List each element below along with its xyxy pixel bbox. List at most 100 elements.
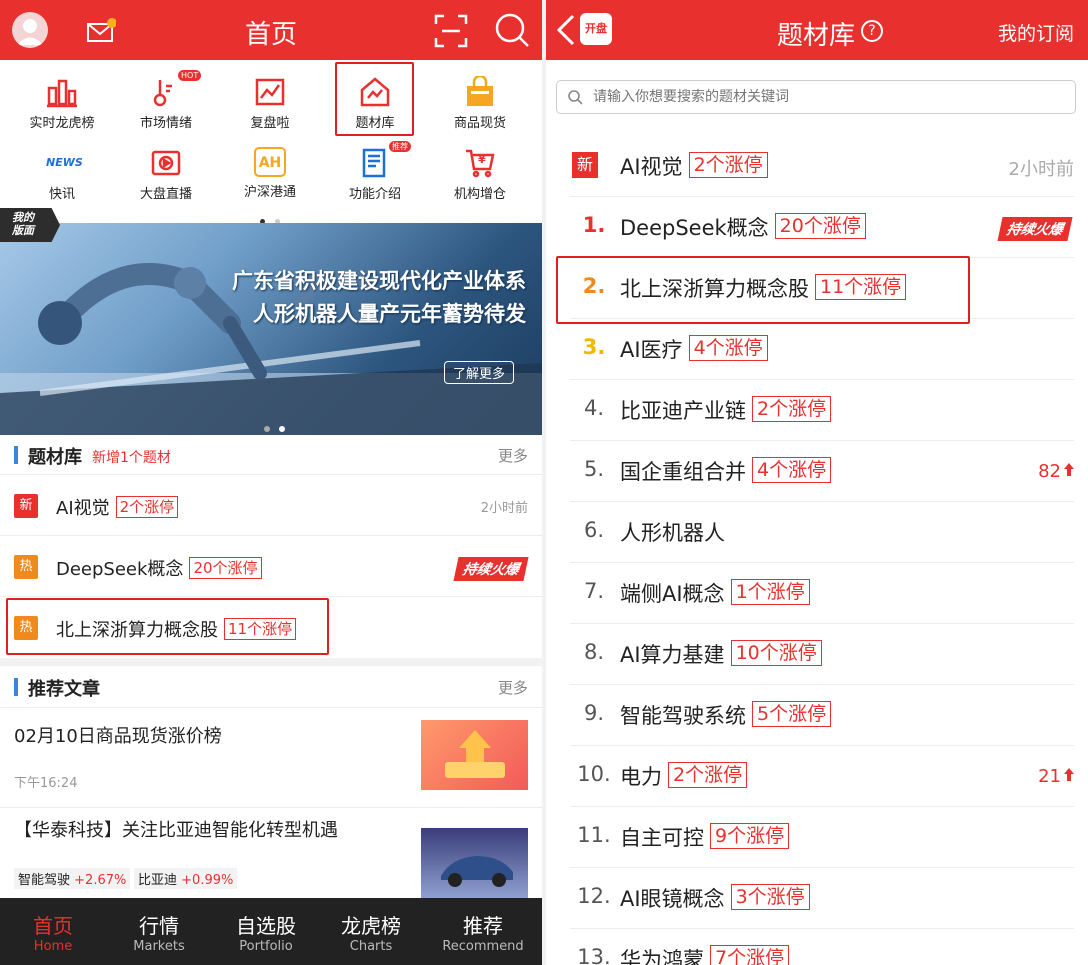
article-item[interactable]: 02月10日商品现货涨价榜 下午16:24 [0, 708, 542, 808]
learn-more-button[interactable]: 了解更多 [444, 361, 515, 384]
topic-row[interactable]: 8. AI算力基建 10个涨停 [570, 624, 1074, 685]
tab-charts[interactable]: 龙虎榜 Charts [321, 910, 421, 954]
rank-number: 11. [577, 823, 611, 847]
time-ago: 2小时前 [480, 501, 528, 516]
topic-row[interactable]: 7. 端侧AI概念 1个涨停 [570, 563, 1074, 624]
limit-up-tag: 1个涨停 [730, 579, 810, 605]
new-badge: 新 [572, 152, 598, 178]
topic-name: 端侧AI概念 [620, 582, 725, 606]
topic-library-screen: 开盘 题材库 ? 我的订阅 新AI视觉2个涨停2小时前1.DeepSeek概念2… [546, 0, 1088, 965]
tab-markets[interactable]: 行情 Markets [109, 910, 209, 954]
topic-name: AI医疗 [620, 338, 683, 362]
topic-name: AI眼镜概念 [620, 887, 725, 911]
rank-number: 12. [577, 884, 611, 908]
topic-row[interactable]: 新 AI视觉 2个涨停 2小时前 [570, 136, 1074, 197]
topic-row[interactable]: 6. 人形机器人 [570, 502, 1074, 563]
bottom-tab-bar: 首页 Home 行情 Markets 自选股 Portfolio 龙虎榜 Charts … [0, 898, 542, 965]
tab-recommend[interactable]: 推荐 Recommend [433, 910, 533, 954]
topic-row[interactable]: 13. 华为鸿蒙 7个涨停 [570, 929, 1074, 965]
back-chevron-icon[interactable] [556, 14, 576, 46]
topic-row[interactable]: 10. 电力 2个涨停 21 [570, 746, 1074, 807]
banner-dots [264, 417, 286, 435]
article-thumbnail [421, 828, 528, 898]
grid-item-commodities[interactable]: 商品现货 [430, 74, 530, 131]
tab-portfolio[interactable]: 自选股 Portfolio [216, 910, 316, 954]
shopping-bag-icon [464, 74, 496, 108]
topic-row[interactable]: 9. 智能驾驶系统 5个涨停 [570, 685, 1074, 746]
my-subscription-link[interactable]: 我的订阅 [998, 19, 1074, 46]
robot-arm-illustration [0, 263, 542, 435]
topic-section-header: 题材库 新增1个题材 更多 [0, 435, 542, 475]
grid-item-institution[interactable]: ¥ 机构增仓 [430, 147, 530, 202]
section-title: 推荐文章 [28, 679, 100, 700]
stock-chip[interactable]: 智能驾驶 +2.67% [14, 868, 131, 889]
news-icon: NEWS [46, 156, 83, 169]
topic-name: DeepSeek概念 [620, 216, 769, 240]
topic-header: 开盘 题材库 ? 我的订阅 [546, 0, 1088, 60]
topic-name: 人形机器人 [620, 521, 725, 545]
limit-up-tag: 4个涨停 [752, 457, 832, 483]
promo-banner[interactable]: 广东省积极建设现代化产业体系 人形机器人量产元年蓄势待发 了解更多 [0, 223, 542, 435]
ah-icon: AH [254, 147, 286, 177]
section-title: 题材库 [28, 447, 82, 468]
play-icon [150, 147, 182, 179]
limit-up-tag: 10个涨停 [730, 640, 822, 666]
limit-up-tag: 4个涨停 [688, 335, 768, 361]
grid-item-stock-connect[interactable]: AH 沪深港通 [220, 147, 320, 200]
more-link[interactable]: 更多 [498, 677, 528, 698]
rank-number: 5. [583, 457, 605, 481]
grid-item-live[interactable]: 大盘直播 [116, 147, 216, 202]
grid-item-review[interactable]: 复盘啦 [220, 76, 320, 131]
search-icon [567, 89, 583, 105]
topic-name: AI视觉 [620, 155, 683, 179]
rank-number: 6. [583, 518, 605, 542]
thermometer-icon [150, 76, 182, 108]
limit-up-tag: 2个涨停 [688, 152, 768, 178]
topic-row[interactable]: 新 AI视觉 2个涨停 2小时前 [0, 476, 542, 536]
more-link[interactable]: 更多 [498, 445, 528, 466]
limit-up-tag: 3个涨停 [730, 884, 810, 910]
search-icon[interactable] [494, 12, 530, 48]
grid-item-features[interactable]: 推荐 功能介绍 [325, 141, 425, 202]
avatar[interactable] [12, 12, 48, 48]
topic-name: 华为鸿蒙 [620, 948, 704, 965]
highlight-topic-row [556, 256, 970, 324]
topic-name: 智能驾驶系统 [620, 704, 746, 728]
help-icon[interactable]: ? [861, 20, 883, 42]
cart-icon: ¥ [464, 147, 496, 179]
scan-icon[interactable] [434, 14, 468, 48]
search-input[interactable] [593, 86, 1063, 108]
topic-row[interactable]: 热 DeepSeek概念 20个涨停 持续火爆 [0, 537, 542, 597]
topic-row[interactable]: 4. 比亚迪产业链 2个涨停 [570, 380, 1074, 441]
stock-chip[interactable]: 比亚迪 +0.99% [134, 868, 238, 889]
article-section-header: 推荐文章 更多 [0, 666, 542, 708]
search-bar[interactable] [556, 80, 1076, 114]
topic-row[interactable]: 11. 自主可控 9个涨停 [570, 807, 1074, 868]
rank-number: 13. [577, 945, 611, 965]
grid-item-market-sentiment[interactable]: HOT 市场情绪 [116, 70, 216, 131]
screenshot-root: 首页 实时龙虎榜 HOT 市场情绪 复盘啦 题材库 商品现货 NEWS 快讯 大… [0, 0, 1088, 965]
book-icon [359, 147, 391, 179]
topic-name: 比亚迪产业链 [620, 399, 746, 423]
topic-row[interactable]: 12. AI眼镜概念 3个涨停 [570, 868, 1074, 929]
topic-row[interactable]: 1. DeepSeek概念 20个涨停 持续火爆 [570, 197, 1074, 258]
grid-item-news[interactable]: NEWS 快讯 [12, 147, 112, 202]
page-title: 题材库 [777, 21, 856, 51]
my-layout-tab[interactable]: 我的 版面 [0, 208, 60, 242]
rank-number: 4. [583, 396, 605, 420]
trending-badge: 持续火爆 [453, 557, 529, 581]
banner-headline-2: 人形机器人量产元年蓄势待发 [253, 302, 526, 326]
topic-row[interactable]: 5. 国企重组合并 4个涨停 82 [570, 441, 1074, 502]
grid-item-dragon-tiger[interactable]: 实时龙虎榜 [12, 76, 112, 131]
topic-name: 国企重组合并 [620, 460, 746, 484]
limit-up-tag: 2个涨停 [668, 762, 748, 788]
article-item[interactable]: 【华泰科技】关注比亚迪智能化转型机遇 智能驾驶 +2.67% 比亚迪 +0.99… [0, 808, 542, 908]
limit-up-tag: 2个涨停 [115, 496, 179, 518]
tab-home[interactable]: 首页 Home [3, 910, 103, 954]
article-time: 下午16:24 [14, 776, 78, 791]
mail-icon[interactable] [86, 18, 117, 44]
arrow-up-icon [1064, 765, 1074, 786]
topic-row[interactable]: 3. AI医疗 4个涨停 [570, 319, 1074, 380]
rank-number: 9. [583, 701, 605, 725]
highlight-topic-library [335, 62, 414, 136]
